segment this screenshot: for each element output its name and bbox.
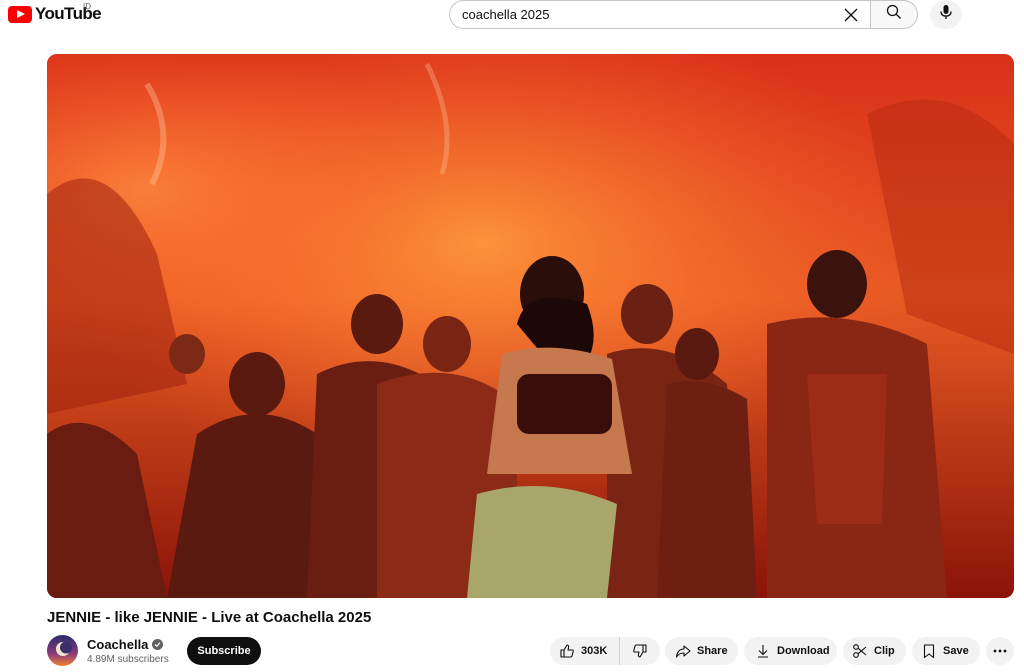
- microphone-icon: [939, 4, 953, 25]
- share-icon: [675, 645, 691, 658]
- share-button[interactable]: Share: [665, 637, 738, 665]
- channel-name-text: Coachella: [87, 637, 149, 652]
- like-count: 303K: [581, 645, 608, 657]
- dislike-button[interactable]: [620, 637, 660, 665]
- video-frame: [47, 54, 1014, 598]
- clip-label: Clip: [874, 645, 895, 657]
- save-label: Save: [943, 645, 969, 657]
- share-label: Share: [697, 645, 728, 657]
- clear-icon[interactable]: [842, 6, 860, 24]
- search-bar: [449, 0, 918, 29]
- download-button[interactable]: Download: [744, 637, 837, 665]
- search-box: [449, 0, 870, 29]
- youtube-logo-icon: [8, 5, 32, 23]
- more-actions-button[interactable]: [986, 637, 1014, 665]
- logo-text: YouTube: [35, 4, 102, 23]
- subscribe-button[interactable]: Subscribe: [187, 637, 261, 665]
- download-icon: [758, 645, 768, 658]
- subscriber-count: 4.89M subscribers: [87, 654, 169, 665]
- search-input[interactable]: [462, 7, 832, 22]
- country-code: ID: [83, 2, 91, 11]
- video-player[interactable]: [47, 54, 1014, 598]
- check-circle-icon: [152, 639, 164, 650]
- more-horizontal-icon: [993, 649, 1007, 653]
- search-button[interactable]: [870, 0, 918, 29]
- masthead: YouTube ID: [0, 0, 1024, 40]
- thumbs-down-icon: [633, 644, 647, 658]
- like-dislike-group: 303K: [550, 637, 660, 665]
- save-button[interactable]: Save: [912, 637, 980, 665]
- scissors-icon: [853, 644, 867, 658]
- thumbs-up-icon: [560, 644, 574, 658]
- voice-search-button[interactable]: [930, 0, 962, 29]
- like-button[interactable]: 303K: [550, 637, 620, 665]
- video-title: JENNIE - like JENNIE - Live at Coachella…: [47, 609, 372, 626]
- download-label: Download: [777, 645, 830, 657]
- search-icon: [885, 3, 903, 26]
- bookmark-icon: [923, 644, 935, 659]
- clip-button[interactable]: Clip: [843, 637, 906, 665]
- channel-avatar[interactable]: [47, 635, 78, 666]
- channel-name[interactable]: Coachella: [87, 637, 164, 652]
